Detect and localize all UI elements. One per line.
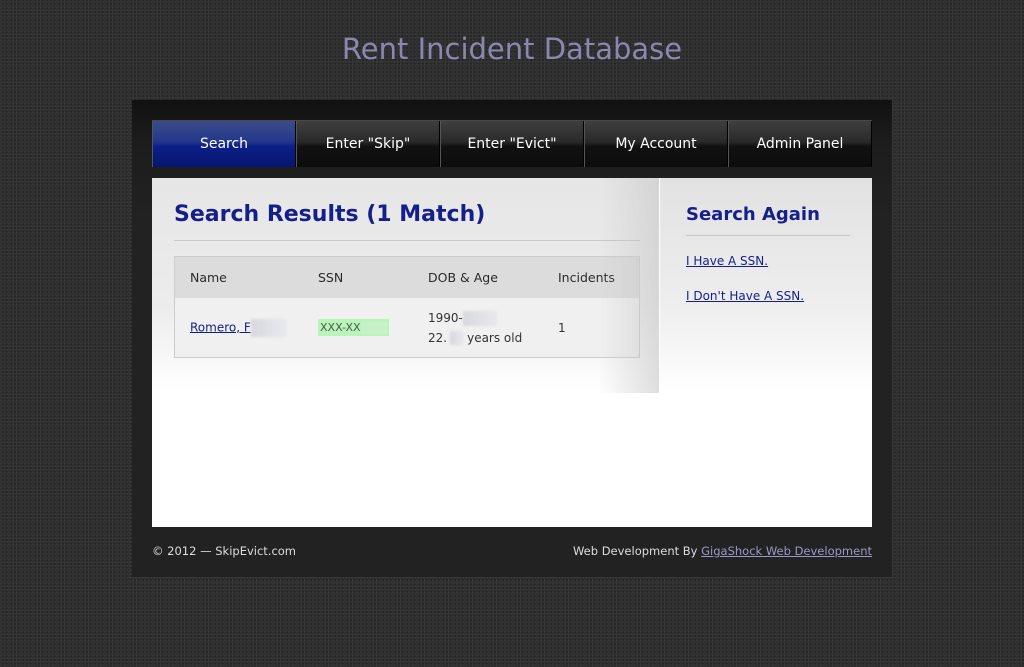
- side-divider: [686, 235, 850, 236]
- cell-ssn: XXX-XX: [303, 298, 413, 358]
- footer-credit-text: Web Development By: [572, 544, 698, 558]
- main-nav: Search Enter "Skip" Enter "Evict" My Acc…: [152, 120, 872, 167]
- footer-developer-link[interactable]: GigaShock Web Development: [701, 544, 872, 558]
- column-header-incidents: Incidents: [543, 256, 640, 298]
- cell-incidents: 1: [543, 298, 640, 358]
- redacted-age: [450, 331, 465, 345]
- redacted-name: [250, 318, 287, 337]
- nav-enter-skip[interactable]: Enter "Skip": [296, 121, 440, 167]
- footer-credit: Web Development By GigaShock Web Develop…: [573, 544, 872, 558]
- column-header-ssn: SSN: [303, 256, 413, 298]
- nav-admin-panel[interactable]: Admin Panel: [728, 121, 872, 167]
- ssn-text: XXX-XX: [320, 321, 361, 334]
- age-value: 22.: [428, 330, 448, 345]
- results-title: Search Results (1 Match): [174, 202, 486, 227]
- table-row: Romero, F XXX-XX 1990- 22. years old 1: [174, 298, 640, 358]
- search-again-panel: Search Again I Have A SSN. I Don't Have …: [660, 178, 872, 393]
- ssn-value: XXX-XX: [318, 319, 389, 336]
- nav-search[interactable]: Search: [152, 121, 296, 167]
- search-again-title: Search Again: [686, 204, 820, 225]
- main-container: Search Enter "Skip" Enter "Evict" My Acc…: [132, 100, 892, 577]
- have-ssn-link[interactable]: I Have A SSN.: [686, 254, 768, 268]
- column-header-name: Name: [174, 256, 303, 298]
- content-area: Search Results (1 Match) Name SSN DOB & …: [152, 178, 872, 527]
- column-header-dob-age: DOB & Age: [413, 256, 543, 298]
- site-title: Rent Incident Database: [341, 32, 683, 66]
- cell-dob-age: 1990- 22. years old: [413, 298, 543, 358]
- age-suffix: years old: [467, 330, 523, 345]
- nav-enter-evict[interactable]: Enter "Evict": [440, 121, 584, 167]
- title-divider: [174, 240, 640, 241]
- table-header-row: Name SSN DOB & Age Incidents: [174, 256, 640, 298]
- redacted-dob: [462, 310, 497, 326]
- footer-copyright: © 2012 — SkipEvict.com: [152, 544, 297, 558]
- cell-name: Romero, F: [174, 298, 303, 358]
- dob-value: 1990-: [428, 310, 463, 325]
- nav-my-account[interactable]: My Account: [584, 121, 728, 167]
- results-table: Name SSN DOB & Age Incidents Romero, F X…: [174, 256, 640, 358]
- redacted-ssn: [360, 322, 387, 334]
- record-name-link[interactable]: Romero, F: [190, 320, 251, 334]
- no-ssn-link[interactable]: I Don't Have A SSN.: [686, 289, 804, 303]
- results-panel: Search Results (1 Match) Name SSN DOB & …: [152, 178, 659, 393]
